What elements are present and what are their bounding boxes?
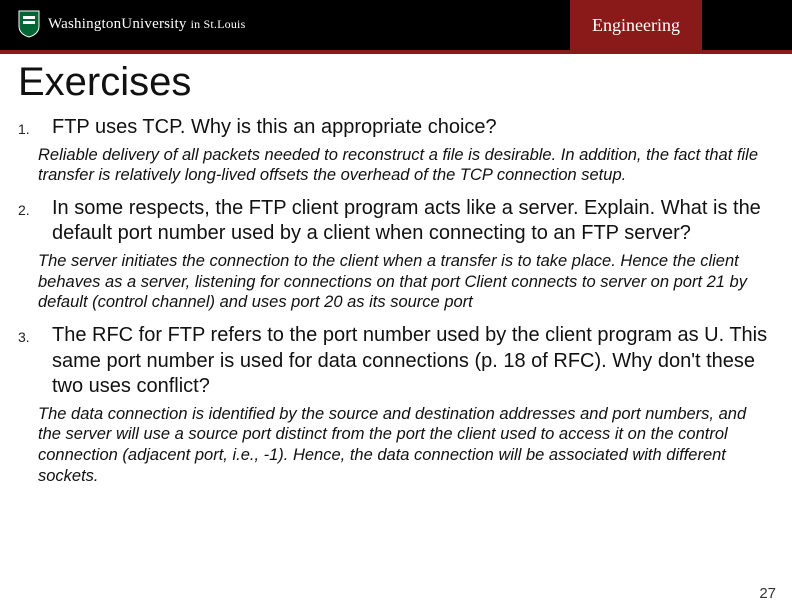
university-logo: WashingtonUniversity in St.Louis xyxy=(18,10,245,38)
exercise-answer: The server initiates the connection to t… xyxy=(38,251,774,313)
exercise-item: 3. The RFC for FTP refers to the port nu… xyxy=(18,323,774,486)
engineering-label: Engineering xyxy=(592,15,680,36)
slide-content: Exercises 1. FTP uses TCP. Why is this a… xyxy=(0,50,792,486)
logo-place: St.Louis xyxy=(204,17,246,31)
page-title: Exercises xyxy=(18,60,774,105)
header-underline xyxy=(0,50,792,54)
exercise-item: 2. In some respects, the FTP client prog… xyxy=(18,196,774,313)
logo-prefix: Washington xyxy=(48,16,121,32)
page-number: 27 xyxy=(759,585,776,602)
exercise-question: FTP uses TCP. Why is this an appropriate… xyxy=(52,115,497,141)
header-bar: WashingtonUniversity in St.Louis Enginee… xyxy=(0,0,792,50)
exercise-number: 2. xyxy=(18,196,52,218)
shield-icon xyxy=(18,10,40,38)
logo-text: WashingtonUniversity in St.Louis xyxy=(48,16,245,33)
exercise-number: 1. xyxy=(18,115,52,137)
engineering-tab: Engineering xyxy=(570,0,702,50)
logo-univ: University xyxy=(121,16,190,32)
exercise-question: In some respects, the FTP client program… xyxy=(52,196,774,247)
exercise-question: The RFC for FTP refers to the port numbe… xyxy=(52,323,774,400)
exercise-answer: Reliable delivery of all packets needed … xyxy=(38,145,774,186)
exercise-item: 1. FTP uses TCP. Why is this an appropri… xyxy=(18,115,774,186)
exercise-list: 1. FTP uses TCP. Why is this an appropri… xyxy=(18,115,774,486)
exercise-answer: The data connection is identified by the… xyxy=(38,404,774,487)
logo-in: in xyxy=(191,17,204,31)
exercise-number: 3. xyxy=(18,323,52,345)
